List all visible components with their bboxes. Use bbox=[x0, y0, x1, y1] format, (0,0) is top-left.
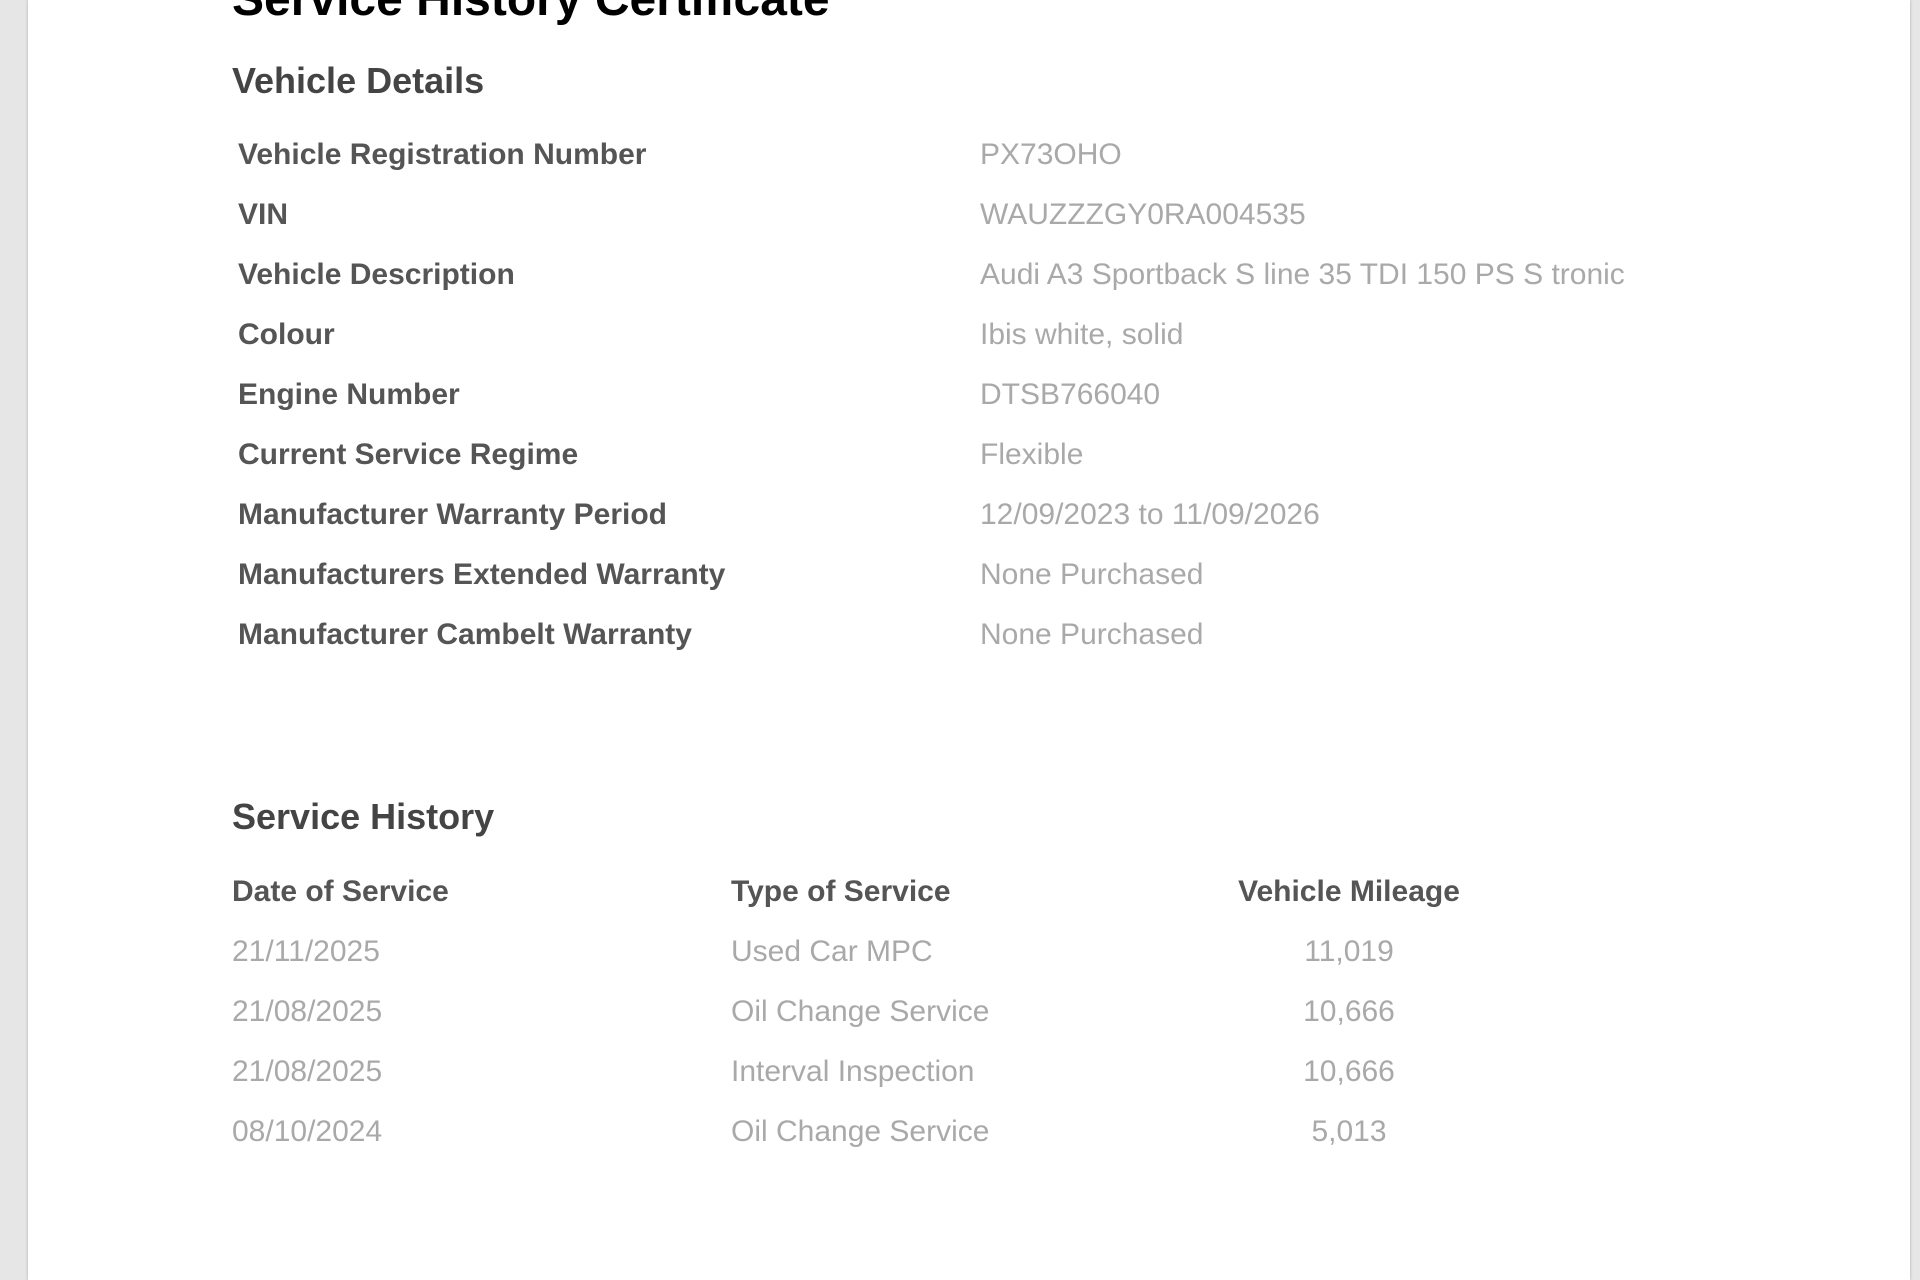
detail-value: WAUZZZGY0RA004535 bbox=[980, 198, 1306, 231]
detail-row: Manufacturers Extended Warranty None Pur… bbox=[238, 545, 1738, 605]
service-type: Oil Change Service bbox=[731, 1115, 990, 1148]
detail-value: Ibis white, solid bbox=[980, 318, 1184, 351]
column-header-mileage: Vehicle Mileage bbox=[1238, 875, 1460, 908]
detail-value: DTSB766040 bbox=[980, 378, 1161, 411]
detail-row: Vehicle Description Audi A3 Sportback S … bbox=[238, 245, 1738, 305]
detail-label: Vehicle Description bbox=[238, 258, 515, 291]
service-mileage: 10,666 bbox=[1303, 1055, 1395, 1088]
detail-label: VIN bbox=[238, 198, 289, 231]
detail-value: Audi A3 Sportback S line 35 TDI 150 PS S… bbox=[980, 258, 1625, 291]
service-history-heading: Service History bbox=[232, 796, 495, 837]
detail-label: Manufacturer Warranty Period bbox=[238, 498, 667, 531]
vehicle-details-heading: Vehicle Details bbox=[232, 60, 485, 101]
detail-label: Vehicle Registration Number bbox=[238, 138, 647, 171]
table-header-row: Date of Service Type of Service Vehicle … bbox=[232, 862, 1532, 922]
detail-value: None Purchased bbox=[980, 558, 1204, 591]
service-mileage: 5,013 bbox=[1311, 1115, 1387, 1148]
table-row: 21/11/2025 Used Car MPC 11,019 bbox=[232, 922, 1532, 982]
vehicle-details-table: Vehicle Registration Number PX73OHO VIN … bbox=[238, 125, 1738, 665]
service-date: 21/11/2025 bbox=[232, 935, 380, 968]
detail-row: Current Service Regime Flexible bbox=[238, 425, 1738, 485]
certificate-page: Service History Certificate Vehicle Deta… bbox=[28, 0, 1910, 1280]
page-title: Service History Certificate bbox=[232, 0, 830, 28]
detail-value: Flexible bbox=[980, 438, 1084, 471]
service-type: Used Car MPC bbox=[731, 935, 933, 968]
detail-row: Manufacturer Warranty Period 12/09/2023 … bbox=[238, 485, 1738, 545]
service-history-table: Date of Service Type of Service Vehicle … bbox=[232, 862, 1532, 1162]
detail-value: 12/09/2023 to 11/09/2026 bbox=[980, 498, 1320, 531]
detail-label: Engine Number bbox=[238, 378, 460, 411]
service-type: Interval Inspection bbox=[731, 1055, 975, 1088]
detail-value: PX73OHO bbox=[980, 138, 1122, 171]
service-mileage: 11,019 bbox=[1304, 935, 1394, 968]
detail-row: Manufacturer Cambelt Warranty None Purch… bbox=[238, 605, 1738, 665]
detail-label: Manufacturers Extended Warranty bbox=[238, 558, 726, 591]
service-type: Oil Change Service bbox=[731, 995, 990, 1028]
table-row: 21/08/2025 Interval Inspection 10,666 bbox=[232, 1042, 1532, 1102]
service-date: 21/08/2025 bbox=[232, 1055, 383, 1088]
service-mileage: 10,666 bbox=[1303, 995, 1395, 1028]
service-date: 21/08/2025 bbox=[232, 995, 383, 1028]
detail-label: Manufacturer Cambelt Warranty bbox=[238, 618, 692, 651]
detail-row: Colour Ibis white, solid bbox=[238, 305, 1738, 365]
column-header-date: Date of Service bbox=[232, 875, 449, 908]
service-date: 08/10/2024 bbox=[232, 1115, 383, 1148]
detail-label: Current Service Regime bbox=[238, 438, 579, 471]
table-row: 21/08/2025 Oil Change Service 10,666 bbox=[232, 982, 1532, 1042]
detail-row: Vehicle Registration Number PX73OHO bbox=[238, 125, 1738, 185]
column-header-type: Type of Service bbox=[731, 875, 951, 908]
detail-row: Engine Number DTSB766040 bbox=[238, 365, 1738, 425]
table-row: 08/10/2024 Oil Change Service 5,013 bbox=[232, 1102, 1532, 1162]
detail-row: VIN WAUZZZGY0RA004535 bbox=[238, 185, 1738, 245]
detail-label: Colour bbox=[238, 318, 335, 351]
detail-value: None Purchased bbox=[980, 618, 1204, 651]
